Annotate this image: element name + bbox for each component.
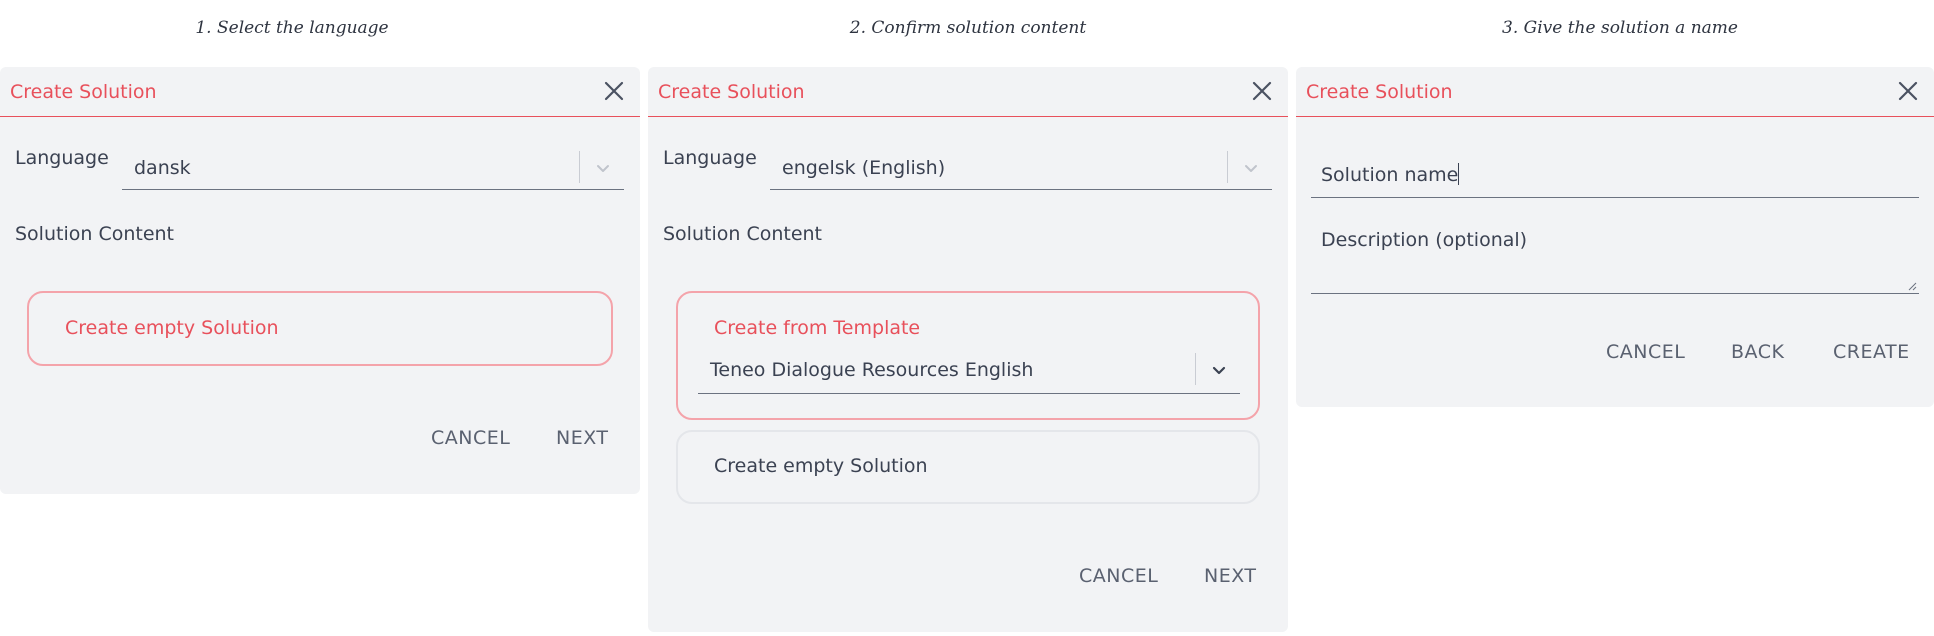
- solution-content-label: Solution Content: [15, 223, 175, 245]
- language-select[interactable]: engelsk (English): [770, 145, 1272, 190]
- create-solution-dialog-step-1: Create Solution Language dansk Solution …: [0, 67, 640, 494]
- dialog-header: Create Solution: [1296, 67, 1934, 117]
- select-separator: [1195, 353, 1196, 385]
- create-button[interactable]: CREATE: [1833, 341, 1910, 363]
- cancel-button[interactable]: CANCEL: [431, 427, 510, 449]
- solution-name-text: Solution name: [1321, 164, 1459, 186]
- option-create-from-template[interactable]: Create from Template Teneo Dialogue Reso…: [676, 291, 1260, 420]
- close-button[interactable]: [602, 79, 626, 103]
- create-solution-dialog-step-2: Create Solution Language engelsk (Englis…: [648, 67, 1288, 632]
- close-button[interactable]: [1250, 79, 1274, 103]
- chevron-down-icon[interactable]: [1210, 361, 1228, 379]
- next-button[interactable]: NEXT: [1204, 565, 1257, 587]
- chevron-down-icon[interactable]: [1242, 159, 1260, 177]
- option-label: Create empty Solution: [65, 317, 279, 339]
- step-3-caption: 3. Give the solution a name: [1502, 18, 1738, 38]
- cancel-button[interactable]: CANCEL: [1079, 565, 1158, 587]
- language-label: Language: [663, 147, 757, 169]
- step-2-caption: 2. Confirm solution content: [849, 18, 1087, 38]
- dialog-header: Create Solution: [0, 67, 640, 117]
- dialog-header: Create Solution: [648, 67, 1288, 117]
- description-textarea[interactable]: Description (optional): [1311, 219, 1919, 294]
- close-icon: [604, 81, 624, 101]
- option-create-empty-solution[interactable]: Create empty Solution: [676, 430, 1260, 504]
- solution-name-input[interactable]: Solution name: [1311, 153, 1919, 198]
- dialog-title: Create Solution: [1306, 81, 1453, 103]
- solution-name-value: Solution name: [1321, 163, 1460, 186]
- cancel-button[interactable]: CANCEL: [1606, 341, 1685, 363]
- step-1-caption: 1. Select the language: [195, 18, 389, 38]
- option-label: Create empty Solution: [714, 455, 928, 477]
- option-label: Create from Template: [714, 317, 921, 339]
- text-caret: [1458, 163, 1460, 185]
- select-separator: [579, 151, 580, 183]
- language-label: Language: [15, 147, 109, 169]
- language-select-value: dansk: [134, 157, 191, 179]
- close-icon: [1898, 81, 1918, 101]
- description-placeholder: Description (optional): [1321, 229, 1528, 251]
- select-separator: [1227, 151, 1228, 183]
- template-select[interactable]: Teneo Dialogue Resources English: [698, 349, 1240, 394]
- resize-grip-icon[interactable]: [1907, 281, 1917, 291]
- next-button[interactable]: NEXT: [556, 427, 609, 449]
- dialog-title: Create Solution: [10, 81, 157, 103]
- language-select-value: engelsk (English): [782, 157, 946, 179]
- option-create-empty-solution[interactable]: Create empty Solution: [27, 291, 613, 366]
- dialog-title: Create Solution: [658, 81, 805, 103]
- create-solution-dialog-step-3: Create Solution Solution name Descriptio…: [1296, 67, 1934, 407]
- chevron-down-icon[interactable]: [594, 159, 612, 177]
- back-button[interactable]: BACK: [1731, 341, 1784, 363]
- language-select[interactable]: dansk: [122, 145, 624, 190]
- template-select-value: Teneo Dialogue Resources English: [710, 359, 1034, 381]
- close-icon: [1252, 81, 1272, 101]
- close-button[interactable]: [1896, 79, 1920, 103]
- solution-content-label: Solution Content: [663, 223, 823, 245]
